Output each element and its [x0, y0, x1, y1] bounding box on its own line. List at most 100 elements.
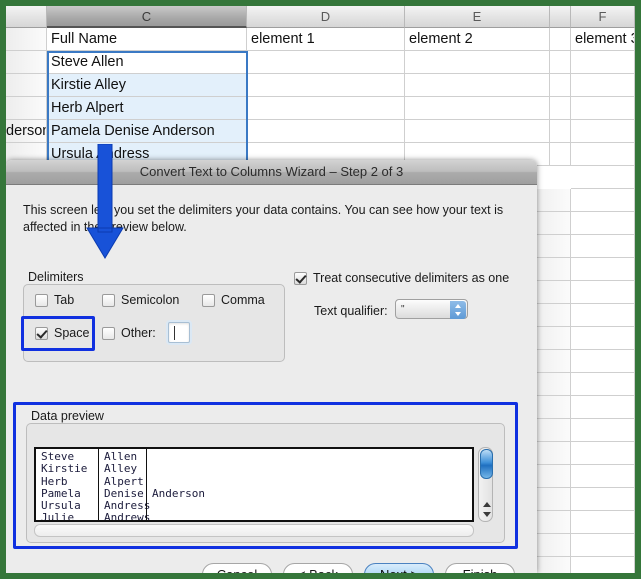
scrollbar-thumb[interactable]: [480, 449, 493, 479]
delimiter-space-label: Space: [54, 326, 90, 340]
cell-d[interactable]: [247, 120, 405, 143]
cell-f[interactable]: [571, 304, 635, 327]
cell-f[interactable]: [571, 120, 635, 143]
cell-d[interactable]: [247, 97, 405, 120]
cell-e[interactable]: [405, 51, 550, 74]
checkbox-semicolon-icon[interactable]: [102, 293, 115, 307]
column-header-e[interactable]: E: [405, 6, 550, 28]
checkbox-tab-icon[interactable]: [35, 293, 48, 307]
cell-f[interactable]: [571, 419, 635, 442]
checkbox-treat-consecutive-icon[interactable]: [294, 271, 307, 285]
cell-f[interactable]: [571, 166, 635, 189]
next-button[interactable]: Next >: [364, 563, 434, 573]
cell-f[interactable]: [571, 143, 635, 166]
scroll-up-arrow-icon[interactable]: [483, 502, 491, 507]
cell-f[interactable]: [571, 350, 635, 373]
cell-f[interactable]: [571, 511, 635, 534]
preview-column-3: Anderson: [152, 486, 205, 500]
column-header-f[interactable]: F: [571, 6, 635, 28]
cell-f[interactable]: [571, 465, 635, 488]
back-button[interactable]: < Back: [283, 563, 353, 573]
text-caret: [174, 326, 175, 340]
cell-f[interactable]: [571, 396, 635, 419]
column-header-narrow[interactable]: [550, 6, 571, 28]
cell-e[interactable]: [405, 120, 550, 143]
treat-consecutive-delimiters[interactable]: Treat consecutive delimiters as one: [294, 271, 509, 285]
cell-f[interactable]: [571, 557, 635, 573]
cell-c-name[interactable]: Pamela Denise Anderson: [47, 120, 247, 143]
cell-narrow[interactable]: [550, 28, 571, 51]
cell-f[interactable]: [571, 74, 635, 97]
finish-button[interactable]: Finish: [445, 563, 515, 573]
cell-f[interactable]: [571, 97, 635, 120]
delimiter-other[interactable]: Other:: [102, 326, 156, 340]
treat-consecutive-label: Treat consecutive delimiters as one: [313, 271, 510, 285]
sheet-row: derson Pamela Denise Anderson: [6, 120, 635, 143]
blue-down-arrow-annotation: [86, 144, 124, 259]
data-preview-label: Data preview: [31, 409, 104, 423]
stepper-arrows-icon[interactable]: [450, 301, 466, 319]
sheet-row-header: Full Name element 1 element 2 element 3: [6, 28, 635, 51]
cell-d-element1[interactable]: element 1: [247, 28, 405, 51]
cell-f[interactable]: [571, 488, 635, 511]
cell-f[interactable]: [571, 51, 635, 74]
cell-b-clipped[interactable]: [6, 51, 47, 74]
cell-c-name[interactable]: Steve Allen: [47, 51, 247, 74]
cell-f[interactable]: [571, 235, 635, 258]
cell-f-element3[interactable]: element 3: [571, 28, 635, 51]
cell-c-name[interactable]: Herb Alpert: [47, 97, 247, 120]
delimiter-comma[interactable]: Comma: [202, 293, 265, 307]
cell-e[interactable]: [405, 97, 550, 120]
delimiter-space[interactable]: Space: [35, 326, 89, 340]
row-header-cell[interactable]: [6, 28, 47, 51]
cancel-button[interactable]: Cancel: [202, 563, 272, 573]
cell-f[interactable]: [571, 189, 635, 212]
cell-f[interactable]: [571, 373, 635, 396]
cell-f[interactable]: [571, 212, 635, 235]
delimiter-other-input[interactable]: [168, 322, 190, 343]
text-qualifier-select[interactable]: ": [395, 299, 468, 319]
preview-column-separator[interactable]: [146, 449, 147, 520]
cell-e[interactable]: [405, 74, 550, 97]
cell-f[interactable]: [571, 534, 635, 557]
screenshot-frame: C D E F Full Name element 1 element 2 el…: [6, 6, 635, 573]
cell-f[interactable]: [571, 281, 635, 304]
preview-column-2: Allen Alley Alpert Denise Andress Andrew…: [104, 450, 151, 522]
delimiter-tab[interactable]: Tab: [35, 293, 74, 307]
checkbox-space-icon[interactable]: [35, 326, 48, 340]
delimiter-semicolon[interactable]: Semicolon: [102, 293, 179, 307]
cell-c-fullname[interactable]: Full Name: [47, 28, 247, 51]
data-preview-vertical-scrollbar[interactable]: [478, 447, 493, 522]
cell-e-element2[interactable]: element 2: [405, 28, 550, 51]
scroll-down-arrow-icon[interactable]: [483, 512, 491, 517]
preview-column-separator[interactable]: [98, 449, 99, 520]
cell-c-name[interactable]: Kirstie Alley: [47, 74, 247, 97]
text-qualifier-label: Text qualifier:: [314, 304, 388, 318]
cell-narrow[interactable]: [550, 120, 571, 143]
cell-f[interactable]: [571, 442, 635, 465]
cell-d[interactable]: [247, 74, 405, 97]
cell-f[interactable]: [571, 327, 635, 350]
sheet-row: Kirstie Alley: [6, 74, 635, 97]
column-header-rownum[interactable]: [6, 6, 47, 28]
delimiter-comma-label: Comma: [221, 293, 265, 307]
cell-f[interactable]: [571, 258, 635, 281]
delimiter-other-label: Other:: [121, 326, 156, 340]
cell-narrow[interactable]: [550, 97, 571, 120]
column-header-d[interactable]: D: [247, 6, 405, 28]
data-preview-horizontal-scrollbar[interactable]: [34, 524, 474, 537]
cell-narrow[interactable]: [550, 143, 571, 166]
sheet-row: Herb Alpert: [6, 97, 635, 120]
text-qualifier-value: ": [401, 304, 405, 315]
data-preview-textarea[interactable]: Steve Kirstie Herb Pamela Ursula Julie A…: [34, 447, 474, 522]
sheet-row: Steve Allen: [6, 51, 635, 74]
cell-d[interactable]: [247, 51, 405, 74]
checkbox-other-icon[interactable]: [102, 326, 115, 340]
cell-b-clipped[interactable]: derson: [6, 120, 47, 143]
cell-narrow[interactable]: [550, 51, 571, 74]
column-header-c[interactable]: C: [47, 6, 247, 28]
cell-b-clipped[interactable]: [6, 74, 47, 97]
checkbox-comma-icon[interactable]: [202, 293, 215, 307]
cell-narrow[interactable]: [550, 74, 571, 97]
cell-b-clipped[interactable]: [6, 97, 47, 120]
